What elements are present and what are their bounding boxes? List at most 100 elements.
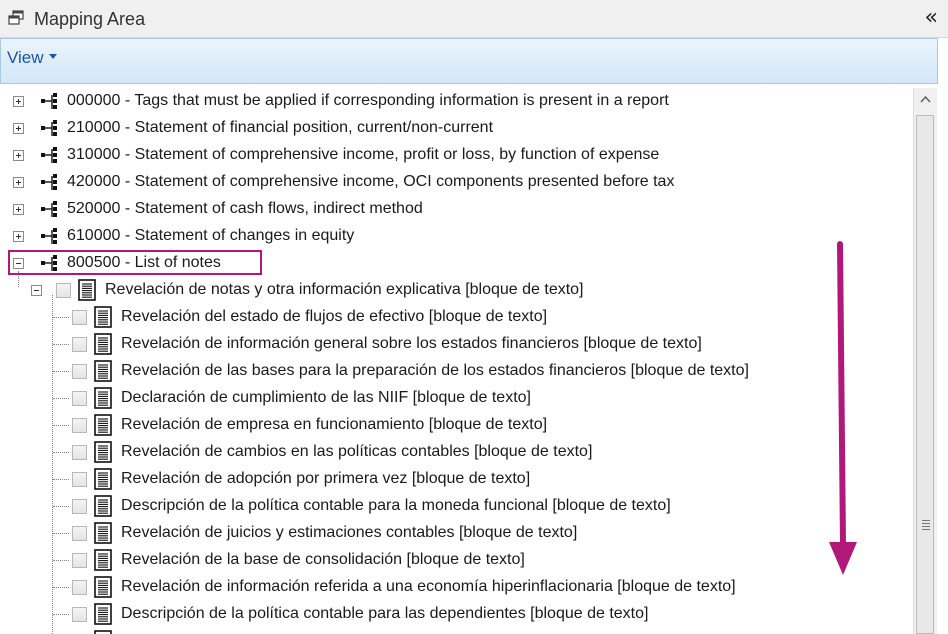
text-block-document-icon xyxy=(94,441,112,463)
text-block-document-icon xyxy=(94,495,112,517)
hierarchy-icon xyxy=(41,120,57,136)
text-block-document-icon xyxy=(94,360,112,382)
text-block-document-icon xyxy=(78,279,96,301)
expand-node-icon[interactable] xyxy=(13,204,24,215)
tree-node-child-item[interactable]: Revelación de información general sobre … xyxy=(0,331,912,358)
text-block-document-icon xyxy=(94,522,112,544)
text-block-document-icon xyxy=(94,576,112,598)
tree-node-taxonomy[interactable]: 210000 - Statement of financial position… xyxy=(0,115,912,142)
tree-connector-line xyxy=(53,479,69,480)
text-block-document-icon xyxy=(94,414,112,436)
mapping-tree: 000000 - Tags that must be applied if co… xyxy=(0,88,912,634)
tree-node-label: 210000 - Statement of financial position… xyxy=(67,119,494,136)
collapse-panel-icon[interactable]: « xyxy=(925,6,938,30)
tree-connector-line xyxy=(53,425,69,426)
expand-node-icon[interactable] xyxy=(13,177,24,188)
expand-node-icon[interactable] xyxy=(13,150,24,161)
restore-window-icon[interactable] xyxy=(8,10,24,26)
text-block-document-icon xyxy=(94,306,112,328)
tree-connector-line xyxy=(53,317,69,318)
item-checkbox[interactable] xyxy=(72,607,87,622)
tree-node-label: Revelación de información referida a una… xyxy=(121,578,736,595)
tree-node-taxonomy[interactable]: 610000 - Statement of changes in equity xyxy=(0,223,912,250)
panel-title-bar: Mapping Area « xyxy=(0,0,948,38)
expand-node-icon[interactable] xyxy=(13,123,24,134)
highlight-box-annotation xyxy=(8,250,262,275)
scrollbar-grip xyxy=(922,520,930,532)
item-checkbox[interactable] xyxy=(72,310,87,325)
tree-node-label: Declaración de cumplimiento de las NIIF … xyxy=(121,389,531,406)
text-block-document-icon xyxy=(94,387,112,409)
item-checkbox[interactable] xyxy=(72,526,87,541)
item-checkbox[interactable] xyxy=(72,418,87,433)
tree-node-child-item[interactable]: Revelación de información referida a una… xyxy=(0,574,912,601)
tree-connector-line xyxy=(53,506,69,507)
tree-connector-line xyxy=(53,371,69,372)
tree-node-child-item[interactable] xyxy=(0,628,912,634)
text-block-document-icon xyxy=(94,603,112,625)
toolbar: View xyxy=(0,38,938,84)
text-block-document-icon xyxy=(94,549,112,571)
tree-node-child-item[interactable]: Revelación de adopción por primera vez [… xyxy=(0,466,912,493)
tree-connector-line xyxy=(53,452,69,453)
tree-node-label: Descripción de la política contable para… xyxy=(121,497,671,514)
item-checkbox[interactable] xyxy=(56,283,71,298)
tree-node-taxonomy[interactable]: 420000 - Statement of comprehensive inco… xyxy=(0,169,912,196)
text-block-document-icon xyxy=(94,333,112,355)
expand-node-icon[interactable] xyxy=(13,231,24,242)
dropdown-caret-icon xyxy=(48,54,57,60)
text-block-document-icon xyxy=(94,468,112,490)
item-checkbox[interactable] xyxy=(72,337,87,352)
tree-node-label: 000000 - Tags that must be applied if co… xyxy=(67,92,669,109)
tree-node-label: 520000 - Statement of cash flows, indire… xyxy=(67,200,423,217)
item-checkbox[interactable] xyxy=(72,580,87,595)
tree-node-label: Revelación de la base de consolidación [… xyxy=(121,551,525,568)
tree-node-child-item[interactable]: Revelación de empresa en funcionamiento … xyxy=(0,412,912,439)
tree-node-parent-item[interactable]: Revelación de notas y otra información e… xyxy=(0,277,912,304)
tree-node-taxonomy[interactable]: 310000 - Statement of comprehensive inco… xyxy=(0,142,912,169)
tree-connector-line xyxy=(53,587,69,588)
scroll-up-arrow-icon[interactable] xyxy=(914,88,937,112)
tree-node-child-item[interactable]: Declaración de cumplimiento de las NIIF … xyxy=(0,385,912,412)
tree-connector-line xyxy=(53,533,69,534)
tree-node-label: Descripción de la política contable para… xyxy=(121,605,649,622)
tree-node-child-item[interactable]: Revelación de juicios y estimaciones con… xyxy=(0,520,912,547)
view-menu-label: View xyxy=(7,48,44,67)
tree-node-child-item[interactable]: Revelación del estado de flujos de efect… xyxy=(0,304,912,331)
text-block-document-icon xyxy=(94,630,112,634)
tree-node-label: Revelación de notas y otra información e… xyxy=(105,281,584,298)
item-checkbox[interactable] xyxy=(72,391,87,406)
down-arrow-annotation xyxy=(829,241,857,575)
tree-node-child-item[interactable]: Revelación de las bases para la preparac… xyxy=(0,358,912,385)
tree-node-taxonomy[interactable]: 520000 - Statement of cash flows, indire… xyxy=(0,196,912,223)
tree-node-label: Revelación de adopción por primera vez [… xyxy=(121,470,531,487)
expand-node-icon[interactable] xyxy=(13,96,24,107)
tree-node-label: Revelación del estado de flujos de efect… xyxy=(121,308,548,325)
hierarchy-icon xyxy=(41,174,57,190)
vertical-scrollbar[interactable] xyxy=(913,88,937,634)
tree-node-child-item[interactable]: Revelación de la base de consolidación [… xyxy=(0,547,912,574)
item-checkbox[interactable] xyxy=(72,445,87,460)
tree-node-label: Revelación de las bases para la preparac… xyxy=(121,362,749,379)
scrollbar-thumb[interactable] xyxy=(916,115,934,634)
tree-node-label: Revelación de cambios en las políticas c… xyxy=(121,443,593,460)
tree-node-child-item[interactable]: Descripción de la política contable para… xyxy=(0,493,912,520)
tree-connector-line xyxy=(53,614,69,615)
tree-node-label: Revelación de empresa en funcionamiento … xyxy=(121,416,548,433)
item-checkbox[interactable] xyxy=(72,553,87,568)
tree-node-label: 610000 - Statement of changes in equity xyxy=(67,227,355,244)
hierarchy-icon xyxy=(41,93,57,109)
item-checkbox[interactable] xyxy=(72,364,87,379)
tree-node-label: Revelación de información general sobre … xyxy=(121,335,702,352)
hierarchy-icon xyxy=(41,201,57,217)
tree-node-child-item[interactable]: Revelación de cambios en las políticas c… xyxy=(0,439,912,466)
tree-node-taxonomy[interactable]: 000000 - Tags that must be applied if co… xyxy=(0,88,912,115)
view-menu-button[interactable]: View xyxy=(7,48,57,68)
tree-connector-line xyxy=(53,398,69,399)
tree-node-child-item[interactable]: Descripción de la política contable para… xyxy=(0,601,912,628)
item-checkbox[interactable] xyxy=(72,499,87,514)
item-checkbox[interactable] xyxy=(72,472,87,487)
tree-node-label: 310000 - Statement of comprehensive inco… xyxy=(67,146,660,163)
collapse-node-icon[interactable] xyxy=(31,285,42,296)
hierarchy-icon xyxy=(41,228,57,244)
